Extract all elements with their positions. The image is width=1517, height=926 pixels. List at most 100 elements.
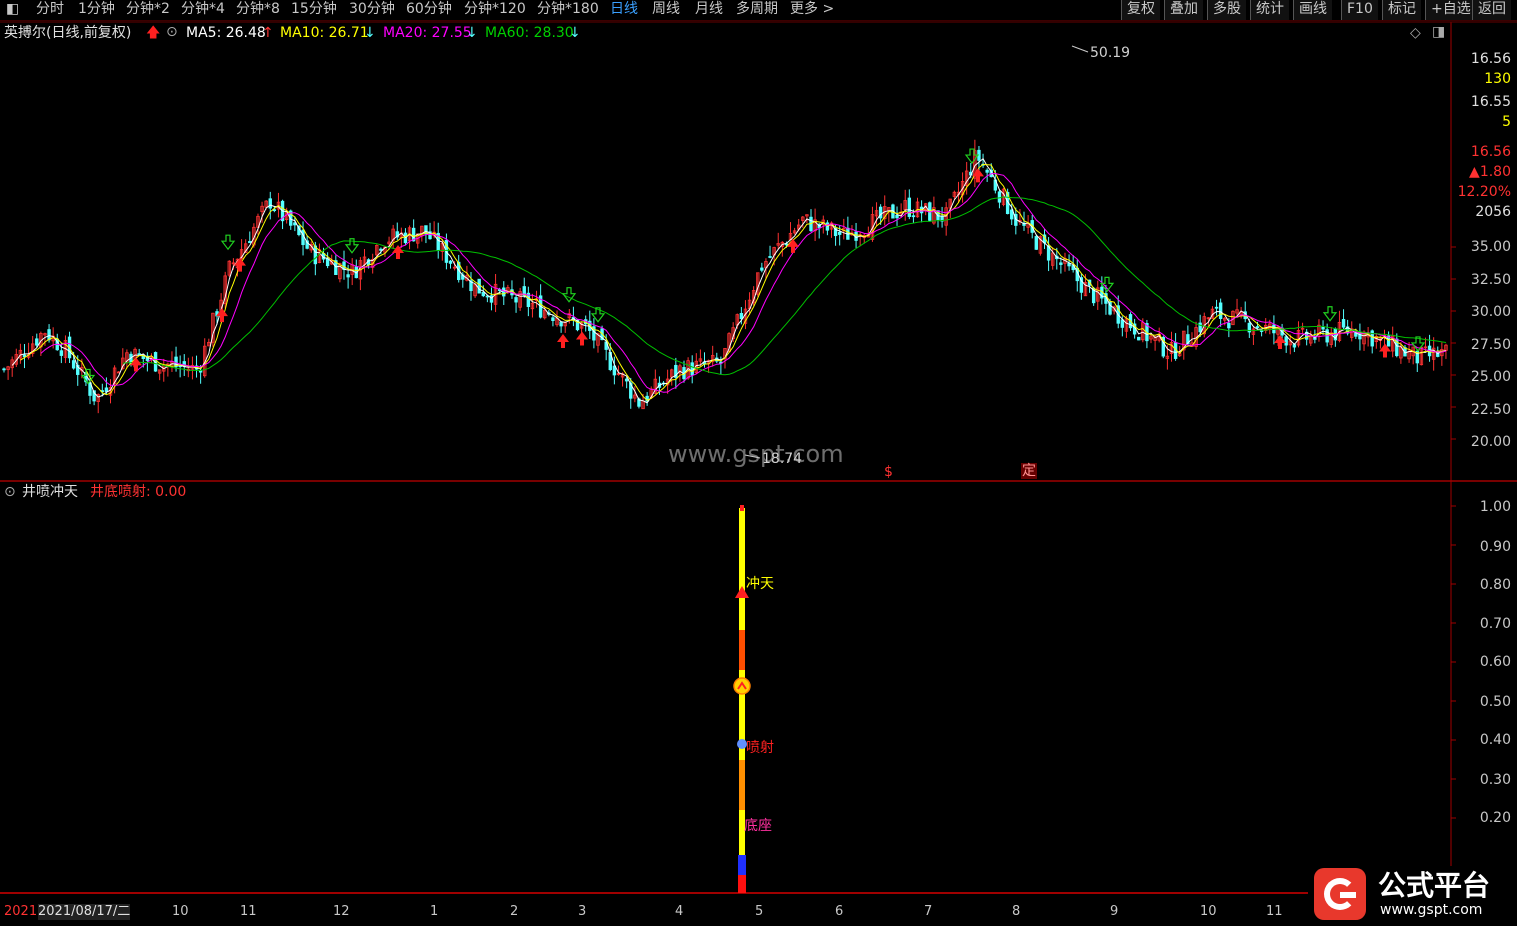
candle-body xyxy=(448,260,453,264)
date-tick: 8 xyxy=(1012,904,1021,919)
date-tick: 4 xyxy=(675,904,684,919)
date-year: 2021 xyxy=(4,904,38,919)
candle-body xyxy=(837,231,842,235)
candle-body xyxy=(907,197,912,217)
candle-body xyxy=(690,362,694,376)
stock-title: 英搏尔(日线,前复权) xyxy=(4,25,132,41)
indicator-tick: 0.50 xyxy=(1479,694,1511,710)
indicator-red-segment xyxy=(739,630,745,670)
candle-body xyxy=(35,338,39,346)
buy-arrow-icon xyxy=(557,333,569,348)
date-tick: 5 xyxy=(755,904,764,919)
info-price-1: 16.56 xyxy=(1470,51,1511,67)
indicator-bar xyxy=(739,508,745,893)
indicator-tick: 0.80 xyxy=(1479,577,1511,593)
diamond-icon[interactable]: ◇ xyxy=(1410,25,1421,41)
info-volume-2: 5 xyxy=(1502,114,1511,130)
ma60-line xyxy=(122,196,1447,376)
sell-arrow-icon xyxy=(220,234,236,251)
ma20-arrow-icon: ↓ xyxy=(466,25,478,41)
candle-body xyxy=(1214,306,1219,309)
candle-body xyxy=(514,297,518,303)
indicator-name[interactable]: 井喷冲天 xyxy=(22,484,78,500)
gspt-logo: 公式平台 www.gspt.com xyxy=(1308,866,1517,924)
indicator-tick: 0.90 xyxy=(1479,539,1511,555)
ma5-arrow-icon: ↑ xyxy=(262,25,274,41)
date-tick: 2 xyxy=(510,904,519,919)
indicator-tick: 0.70 xyxy=(1479,616,1511,632)
indicator-tick: 0.60 xyxy=(1479,654,1511,670)
candle-body xyxy=(551,317,555,321)
price-tick: 20.00 xyxy=(1470,434,1511,450)
date-tick: 10 xyxy=(172,904,189,919)
price-tick: 27.50 xyxy=(1470,337,1511,353)
dollar-marker: $ xyxy=(884,464,893,480)
candle-body xyxy=(768,256,772,258)
candle-body xyxy=(346,274,350,278)
logo-text: 公式平台 xyxy=(1378,869,1491,902)
candle-body xyxy=(739,312,744,320)
candle-body xyxy=(1059,262,1063,265)
candle-body xyxy=(1341,319,1346,328)
candle-body xyxy=(624,378,629,382)
candle-body xyxy=(481,292,485,297)
date-tick: 6 xyxy=(835,904,844,919)
logo-url: www.gspt.com xyxy=(1380,902,1483,918)
ma10-label: MA10: 26.71 xyxy=(280,25,369,41)
ma5-line xyxy=(11,157,1447,404)
indicator-tick: 0.30 xyxy=(1479,772,1511,788)
info-price-2: 16.55 xyxy=(1470,94,1511,110)
date-tick: 7 xyxy=(924,904,933,919)
candle-body xyxy=(1198,322,1202,333)
signal-circle-icon xyxy=(733,677,751,695)
indicator-base-segment xyxy=(738,875,746,893)
sell-arrow-icon xyxy=(1322,306,1338,322)
indicator-tick: 0.20 xyxy=(1479,810,1511,826)
info-last-price: 16.56 xyxy=(1470,144,1511,160)
indicator-value: 井底喷射: 0.00 xyxy=(90,484,187,500)
candle-body xyxy=(985,169,989,173)
date-tick: 9 xyxy=(1110,904,1119,919)
indicator-toggle-icon[interactable]: ⊙ xyxy=(4,484,16,500)
indicator-top-cap xyxy=(740,505,744,511)
candle-body xyxy=(248,241,252,244)
buy-arrow-icon xyxy=(1274,335,1286,350)
ding-marker: 定 xyxy=(1021,463,1037,479)
candle-body xyxy=(997,191,1002,203)
candle-body xyxy=(325,258,330,267)
candle-body xyxy=(911,215,916,218)
ma10-line xyxy=(20,163,1447,401)
logo-g-icon xyxy=(1314,868,1366,920)
info-change-pct: 12.20% xyxy=(1457,184,1511,200)
dropdown-circle-icon[interactable]: ⊙ xyxy=(166,24,178,40)
candle-body xyxy=(71,360,76,369)
ma60-arrow-icon: ↓ xyxy=(569,25,581,41)
candle-body xyxy=(559,321,563,327)
price-tick: 35.00 xyxy=(1470,239,1511,255)
price-tick: 30.00 xyxy=(1470,304,1511,320)
indicator-tick: 1.00 xyxy=(1479,499,1511,515)
candle-body xyxy=(2,368,6,371)
candle-body xyxy=(760,267,764,271)
price-tick: 25.00 xyxy=(1470,369,1511,385)
date-tick: 11 xyxy=(240,904,257,919)
ma5-label: MA5: 26.48 xyxy=(186,25,266,41)
up-arrow-icon: 🡅 xyxy=(146,25,161,41)
panel-toggle-icon[interactable]: ◨ xyxy=(1432,24,1445,40)
candle-body xyxy=(1227,322,1231,329)
indicator-tick: 0.40 xyxy=(1479,732,1511,748)
date-tick: 10 xyxy=(1200,904,1217,919)
candle-body xyxy=(268,198,272,209)
info-change: ▲1.80 xyxy=(1469,164,1511,180)
date-tick: 11 xyxy=(1266,904,1283,919)
candle-body xyxy=(1284,336,1288,346)
date-tick: 1 xyxy=(430,904,439,919)
candle-body xyxy=(1137,336,1141,341)
candle-body xyxy=(313,245,318,265)
candle-body xyxy=(1034,236,1039,250)
price-tick: 22.50 xyxy=(1470,402,1511,418)
ma10-arrow-icon: ↓ xyxy=(364,25,376,41)
chongtian-label: 冲天 xyxy=(746,576,774,592)
candle-body xyxy=(1255,326,1260,328)
indicator-blue-segment xyxy=(738,855,746,875)
